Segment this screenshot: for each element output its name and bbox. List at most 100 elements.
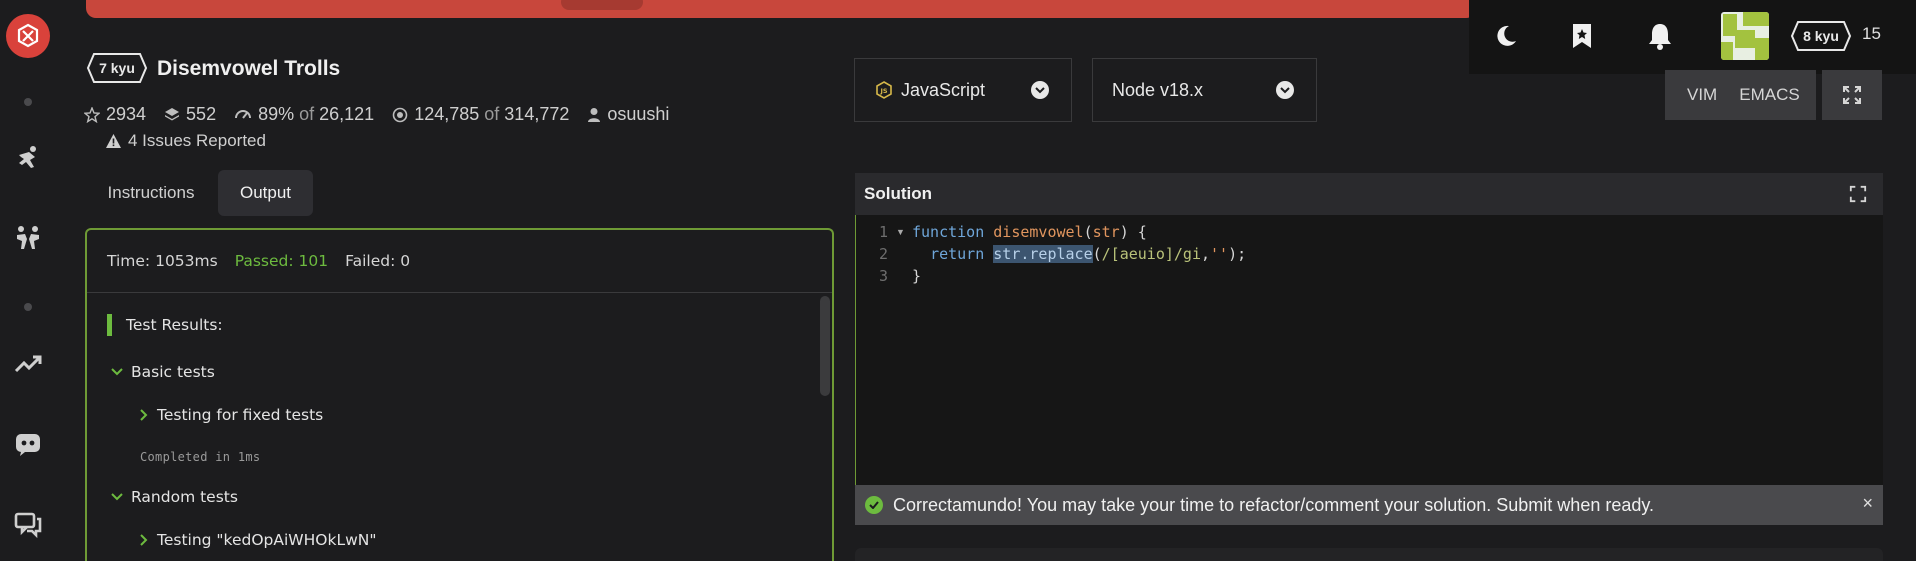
notification-bell-icon[interactable] (1644, 18, 1676, 54)
test-case-label: Testing "kedOpAiWHOkLwN" (157, 531, 377, 549)
test-group-basic[interactable]: Basic tests (111, 363, 215, 381)
chevron-right-icon (140, 409, 148, 421)
solution-header: Solution (855, 173, 1883, 215)
code-token: function (912, 223, 985, 241)
tab-output[interactable]: Output (218, 170, 313, 216)
satisfaction-stat[interactable]: 89% of 26,121 (234, 104, 374, 125)
code-token: ( (1092, 245, 1102, 263)
chevron-down-icon (111, 368, 123, 376)
expand-icon (1843, 86, 1861, 104)
completed-of: of (484, 104, 500, 124)
star-icon (84, 106, 100, 123)
code-token: , (1201, 245, 1211, 263)
test-results-title: Test Results: (107, 314, 223, 336)
leaderboard-trend-icon[interactable] (12, 348, 44, 380)
expand-icon[interactable] (1849, 185, 1867, 203)
svg-text:JS: JS (879, 87, 887, 95)
practice-icon[interactable] (12, 142, 44, 174)
solution-title: Solution (864, 184, 932, 203)
collections-stat[interactable]: 552 (164, 104, 216, 125)
kata-rank-badge: 7 kyu (86, 52, 148, 84)
code-token: } (912, 267, 922, 285)
satisfaction-icon (235, 109, 252, 119)
user-honor: 15 (1862, 24, 1881, 43)
line-number: 2 (878, 245, 888, 263)
test-group-label: Random tests (131, 488, 238, 506)
issues-reported-link[interactable]: 4 Issues Reported (105, 131, 266, 151)
satisfaction-percent: 89% (258, 104, 295, 124)
vim-mode-button[interactable]: VIM (1687, 85, 1717, 105)
announcement-banner[interactable] (86, 0, 1476, 18)
attempted-count: 314,772 (504, 104, 570, 124)
codewars-logo-icon[interactable] (6, 14, 50, 58)
code-token: '' (1210, 245, 1229, 263)
fullscreen-button[interactable] (1822, 70, 1882, 120)
clan-battle-icon[interactable] (12, 222, 44, 254)
user-icon (588, 107, 601, 122)
author-name: osuushi (607, 104, 670, 124)
test-group-label: Basic tests (131, 363, 215, 381)
tab-instructions[interactable]: Instructions (90, 170, 212, 216)
code-token: ( (1083, 223, 1093, 241)
rail-divider-dot (24, 98, 32, 106)
satisfaction-of: of (299, 104, 315, 124)
collections-count: 552 (186, 104, 217, 124)
code-token: return (930, 245, 985, 263)
output-panel: Time: 1053ms Passed: 101 Failed: 0 Test … (85, 228, 834, 561)
code-token: /[aeuio]/gi (1101, 245, 1201, 263)
chevron-down-icon (111, 493, 123, 501)
user-rank-badge[interactable]: 8 kyu (1790, 20, 1852, 52)
chevron-down-icon (1031, 81, 1049, 99)
fold-arrow-icon[interactable]: ▼ (896, 227, 905, 237)
kata-rank-label: 7 kyu (99, 60, 135, 76)
code-line: } (912, 267, 921, 285)
code-editor[interactable]: 1 ▼ 2 3 function disemvowel(str) { retur… (855, 215, 1883, 485)
stars-count: 2934 (106, 104, 147, 124)
forum-chat-icon[interactable] (12, 508, 44, 540)
language-select[interactable]: JS JavaScript (854, 58, 1072, 122)
rail-divider-dot (24, 303, 32, 311)
code-token: disemvowel (993, 223, 1084, 241)
line-number: 1 (878, 223, 888, 241)
satisfaction-votes: 26,121 (319, 104, 375, 124)
kata-title[interactable]: Disemvowel Trolls (157, 57, 340, 81)
toast-message: Correctamundo! You may take your time to… (893, 494, 1655, 515)
runtime-select[interactable]: Node v18.x (1092, 58, 1317, 122)
user-rank-label: 8 kyu (1803, 28, 1839, 44)
code-line: function disemvowel(str) { (912, 223, 1147, 241)
test-case-fixed[interactable]: Testing for fixed tests (139, 406, 323, 424)
editor-mode-group: VIM EMACS (1665, 70, 1816, 120)
close-icon[interactable]: × (1862, 493, 1873, 514)
stars-stat[interactable]: 2934 (84, 104, 146, 125)
test-group-random[interactable]: Random tests (111, 488, 238, 506)
test-case-random[interactable]: Testing "kedOpAiWHOkLwN" (139, 531, 377, 549)
line-number: 3 (878, 267, 888, 285)
emacs-mode-button[interactable]: EMACS (1739, 85, 1799, 105)
banner-pill (561, 0, 643, 10)
output-time: Time: 1053ms (107, 252, 218, 270)
author-stat[interactable]: osuushi (587, 104, 669, 125)
output-scrollbar[interactable] (820, 296, 830, 396)
code-token: str (1092, 223, 1120, 241)
layers-icon (165, 107, 180, 120)
user-avatar[interactable] (1721, 12, 1769, 60)
left-sidebar (0, 0, 56, 561)
output-failed: Failed: 0 (345, 252, 411, 270)
moon-icon[interactable] (1490, 18, 1522, 54)
output-passed: Passed: 101 (234, 252, 329, 270)
completed-count: 124,785 (414, 104, 480, 124)
test-case-label: Testing for fixed tests (157, 406, 324, 424)
code-token: ); (1228, 245, 1247, 263)
output-summary: Time: 1053ms Passed: 101 Failed: 0 (87, 230, 832, 293)
target-icon (392, 107, 408, 122)
bookmark-icon[interactable] (1566, 18, 1598, 54)
discord-icon[interactable] (12, 428, 44, 460)
code-line: return str.replace(/[aeuio]/gi,''); (912, 245, 1246, 263)
language-selected: JavaScript (901, 79, 986, 100)
lower-panel-edge (855, 548, 1883, 561)
javascript-icon: JS (876, 81, 892, 99)
chevron-down-icon (1276, 81, 1294, 99)
editor-gutter: 1 ▼ 2 3 (856, 215, 906, 485)
completed-time: Completed in 1ms (140, 450, 261, 464)
completions-stat[interactable]: 124,785 of 314,772 (392, 104, 569, 125)
